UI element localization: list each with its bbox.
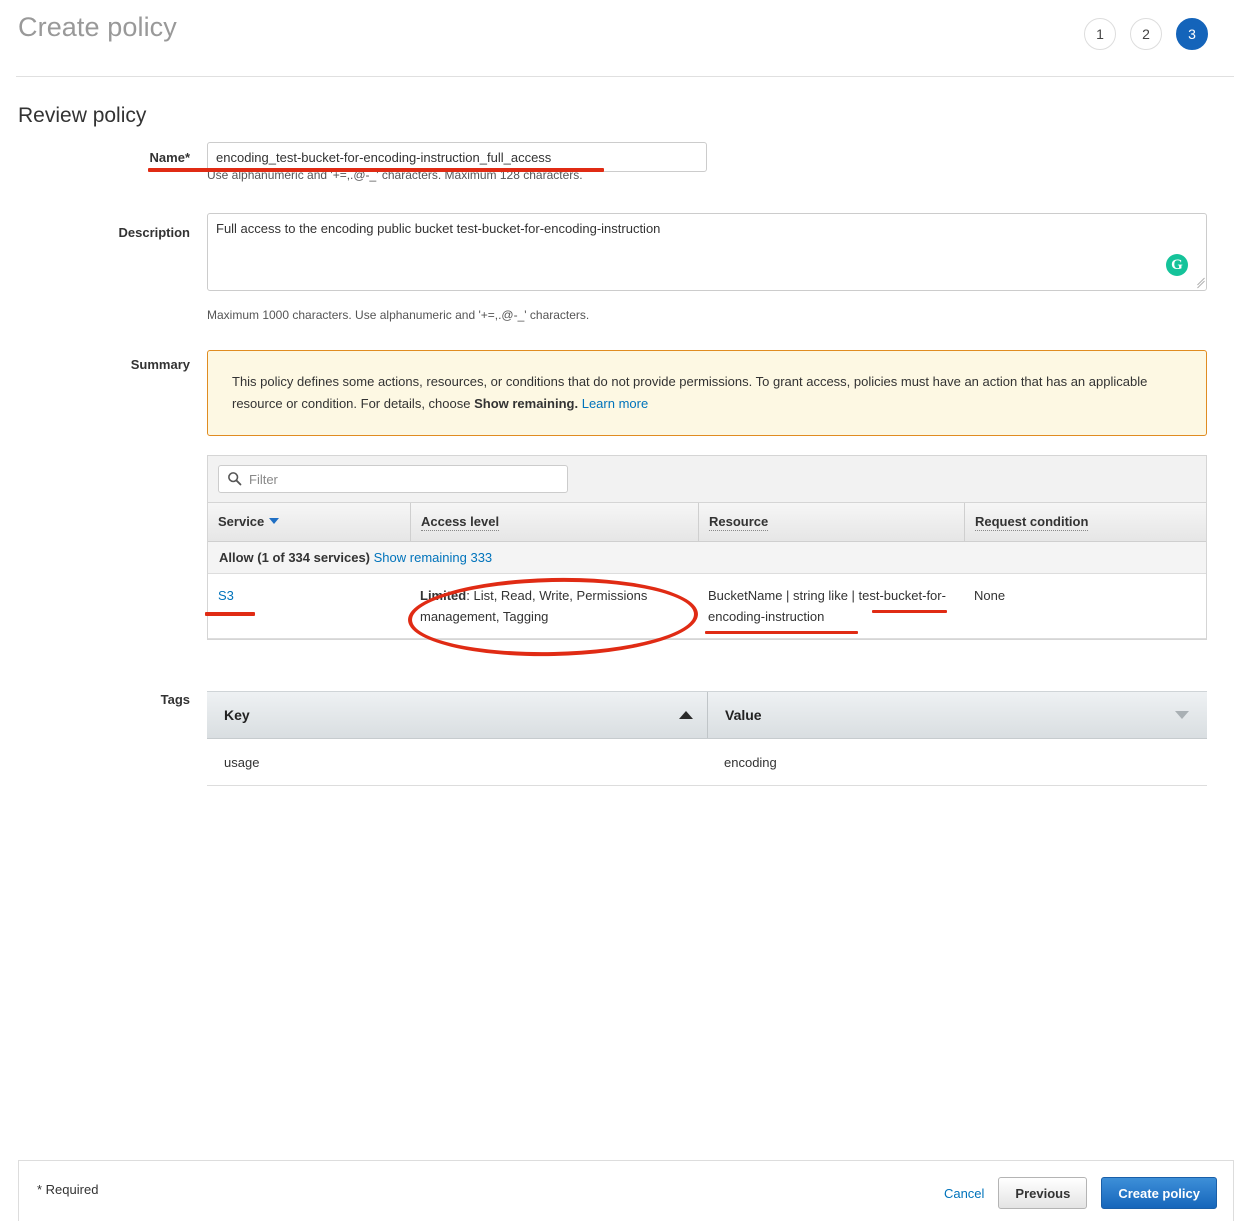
sort-ascending-icon <box>679 711 693 719</box>
column-header-resource[interactable]: Resource <box>698 503 964 541</box>
column-header-request-condition-label: Request condition <box>975 514 1088 531</box>
wizard-step-3[interactable]: 3 <box>1176 18 1208 50</box>
wizard-step-2[interactable]: 2 <box>1130 18 1162 50</box>
name-field-hint: Use alphanumeric and '+=,.@-_' character… <box>207 168 583 182</box>
table-row: usage encoding <box>207 739 1207 786</box>
show-remaining-link[interactable]: Show remaining 333 <box>374 550 493 565</box>
service-link-s3[interactable]: S3 <box>218 588 234 603</box>
column-header-key[interactable]: Key <box>207 692 707 738</box>
access-level-prefix: Limited <box>420 588 466 603</box>
page-header: Create policy 1 2 3 <box>0 0 1250 76</box>
column-header-value-label: Value <box>725 707 762 723</box>
summary-group-row: Allow (1 of 334 services) Show remaining… <box>208 542 1206 574</box>
cell-request-condition: None <box>964 574 1206 638</box>
column-header-service-label: Service <box>218 514 264 529</box>
sort-descending-icon <box>269 518 279 524</box>
name-field-label: Name* <box>10 150 190 165</box>
grammarly-icon[interactable]: G <box>1166 254 1188 276</box>
description-field-hint: Maximum 1000 characters. Use alphanumeri… <box>207 308 589 322</box>
cell-tag-key: usage <box>207 755 707 770</box>
wizard-step-indicator: 1 2 3 <box>1084 18 1208 50</box>
tags-table: Key Value usage encoding <box>207 691 1207 786</box>
wizard-step-1[interactable]: 1 <box>1084 18 1116 50</box>
summary-group-title: Allow (1 of 334 services) <box>219 550 370 565</box>
summary-warning-banner: This policy defines some actions, resour… <box>207 350 1207 436</box>
summary-warning-text: This policy defines some actions, resour… <box>232 374 1147 411</box>
header-divider <box>16 76 1234 77</box>
table-row: S3 Limited: List, Read, Write, Permissio… <box>208 574 1206 639</box>
required-note: * Required <box>37 1182 98 1197</box>
learn-more-link[interactable]: Learn more <box>582 396 648 411</box>
footer-actions: Cancel Previous Create policy <box>944 1177 1217 1209</box>
column-header-access-level-label: Access level <box>421 514 499 531</box>
description-field-label: Description <box>10 225 190 240</box>
create-policy-button[interactable]: Create policy <box>1101 1177 1217 1209</box>
cell-resource: BucketName | string like | test-bucket-f… <box>698 574 964 638</box>
cell-access-level: Limited: List, Read, Write, Permissions … <box>410 574 698 638</box>
summary-table-header: Service Access level Resource Request co… <box>208 503 1206 542</box>
column-header-key-label: Key <box>224 707 250 723</box>
permissions-summary-table: Service Access level Resource Request co… <box>207 455 1207 640</box>
previous-button[interactable]: Previous <box>998 1177 1087 1209</box>
wizard-footer: * Required Cancel Previous Create policy <box>18 1160 1234 1221</box>
summary-section-label: Summary <box>10 357 190 372</box>
column-header-value[interactable]: Value <box>707 692 1207 738</box>
sort-none-icon <box>1175 711 1189 719</box>
column-header-resource-label: Resource <box>709 514 768 531</box>
textarea-resize-handle[interactable] <box>1196 279 1205 288</box>
column-header-service[interactable]: Service <box>208 503 410 541</box>
section-title: Review policy <box>18 104 146 128</box>
cancel-button[interactable]: Cancel <box>944 1186 984 1201</box>
tags-section-label: Tags <box>10 692 190 707</box>
summary-filter-bar <box>208 456 1206 503</box>
tags-table-header: Key Value <box>207 691 1207 739</box>
summary-warning-bold: Show remaining. <box>474 396 578 411</box>
policy-description-input[interactable]: Full access to the encoding public bucke… <box>207 213 1207 291</box>
column-header-request-condition[interactable]: Request condition <box>964 503 1206 541</box>
column-header-access-level[interactable]: Access level <box>410 503 698 541</box>
summary-filter-input[interactable] <box>218 465 568 493</box>
cell-service: S3 <box>208 574 410 638</box>
page-title: Create policy <box>18 12 177 43</box>
cell-tag-value: encoding <box>707 755 1207 770</box>
